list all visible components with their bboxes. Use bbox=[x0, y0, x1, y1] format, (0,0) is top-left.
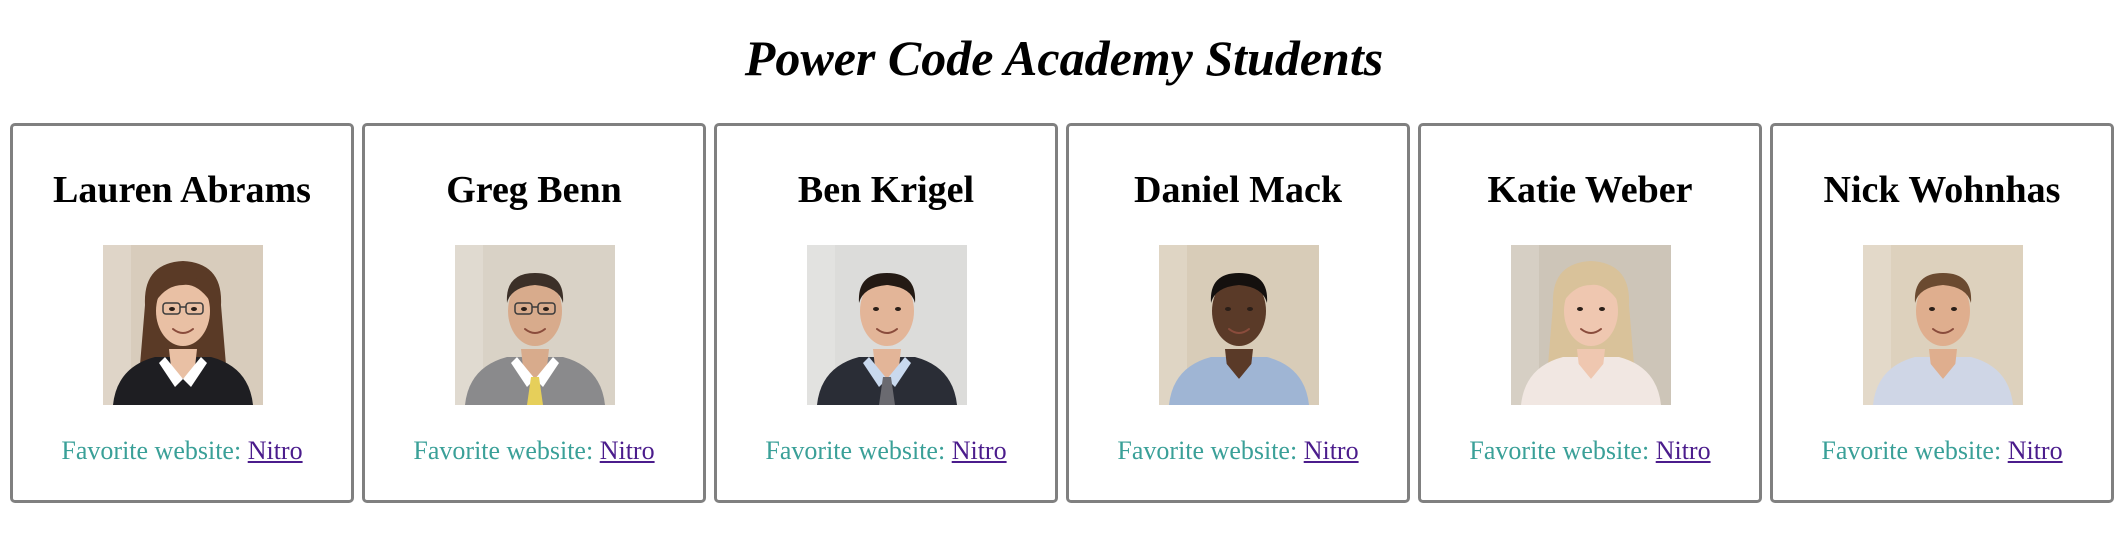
student-photo bbox=[103, 245, 263, 405]
portrait-graphic bbox=[1863, 245, 2023, 405]
favorite-website: Favorite website: Nitro bbox=[717, 435, 1055, 467]
student-name: Ben Krigel bbox=[797, 169, 975, 211]
favorite-website: Favorite website: Nitro bbox=[1421, 435, 1759, 467]
student-name: Greg Benn bbox=[446, 169, 622, 211]
portrait-graphic bbox=[103, 245, 263, 405]
student-name: Katie Weber bbox=[1487, 169, 1693, 211]
student-card: Ben Krigel Favorite website: Nitro bbox=[714, 123, 1058, 503]
student-name: Nick Wohnhas bbox=[1823, 169, 2061, 211]
favorite-website-link[interactable]: Nitro bbox=[248, 436, 303, 465]
favorite-website-link[interactable]: Nitro bbox=[1656, 436, 1711, 465]
portrait-graphic bbox=[807, 245, 967, 405]
student-cards: Lauren Abrams Favorite website: Nitro Gr… bbox=[10, 123, 2120, 503]
favorite-website-label: Favorite website: bbox=[413, 436, 594, 465]
student-name: Lauren Abrams bbox=[53, 169, 311, 211]
student-card: Lauren Abrams Favorite website: Nitro bbox=[10, 123, 354, 503]
favorite-website-label: Favorite website: bbox=[1821, 436, 2002, 465]
student-photo bbox=[1863, 245, 2023, 405]
student-card: Katie Weber Favorite website: Nitro bbox=[1418, 123, 1762, 503]
favorite-website-label: Favorite website: bbox=[61, 436, 242, 465]
page-title: Power Code Academy Students bbox=[744, 30, 1384, 86]
student-photo bbox=[807, 245, 967, 405]
favorite-website: Favorite website: Nitro bbox=[365, 435, 703, 467]
portrait-graphic bbox=[1159, 245, 1319, 405]
favorite-website-label: Favorite website: bbox=[1117, 436, 1298, 465]
favorite-website-label: Favorite website: bbox=[765, 436, 946, 465]
portrait-graphic bbox=[455, 245, 615, 405]
favorite-website: Favorite website: Nitro bbox=[1773, 435, 2111, 467]
student-name: Daniel Mack bbox=[1134, 169, 1342, 211]
favorite-website-link[interactable]: Nitro bbox=[2008, 436, 2063, 465]
portrait-graphic bbox=[1511, 245, 1671, 405]
favorite-website-link[interactable]: Nitro bbox=[1304, 436, 1359, 465]
favorite-website-link[interactable]: Nitro bbox=[600, 436, 655, 465]
student-card: Daniel Mack Favorite website: Nitro bbox=[1066, 123, 1410, 503]
student-card: Greg Benn Favorite website: Nitro bbox=[362, 123, 706, 503]
student-photo bbox=[1159, 245, 1319, 405]
favorite-website: Favorite website: Nitro bbox=[1069, 435, 1407, 467]
student-photo bbox=[455, 245, 615, 405]
favorite-website-label: Favorite website: bbox=[1469, 436, 1650, 465]
student-card: Nick Wohnhas Favorite website: Nitro bbox=[1770, 123, 2114, 503]
student-photo bbox=[1511, 245, 1671, 405]
favorite-website: Favorite website: Nitro bbox=[13, 435, 351, 467]
favorite-website-link[interactable]: Nitro bbox=[952, 436, 1007, 465]
